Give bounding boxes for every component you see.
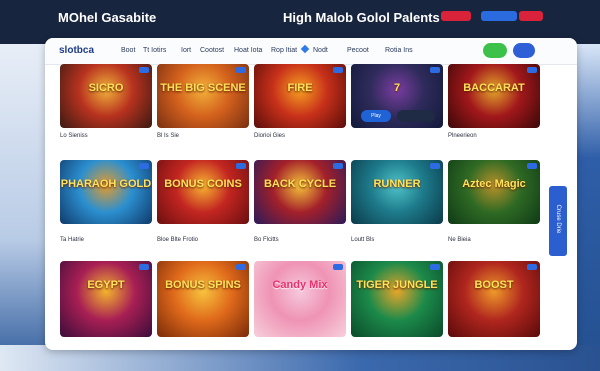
nav-item-5[interactable]: Hoat Iota bbox=[234, 47, 262, 54]
top-pill-blue[interactable] bbox=[481, 11, 517, 21]
game-badge bbox=[430, 264, 440, 270]
game-title: Aztec Magic bbox=[462, 178, 526, 190]
nav-item-3[interactable]: Iort bbox=[181, 47, 191, 54]
nav-item-9[interactable]: Rotia Ins bbox=[385, 47, 413, 54]
game-tile[interactable]: BACCARAT bbox=[448, 64, 540, 128]
game-tile[interactable]: 7 Play bbox=[351, 64, 443, 128]
game-label: Ne Bieia bbox=[448, 237, 471, 243]
game-title: FIRE bbox=[287, 82, 313, 94]
header-title-right: High Malob Golol Palents bbox=[283, 10, 440, 25]
game-tile[interactable]: THE BIG SCENE bbox=[157, 64, 249, 128]
game-tile[interactable]: BONUS COINS bbox=[157, 160, 249, 224]
site-logo[interactable]: slotbca bbox=[59, 45, 94, 56]
game-badge bbox=[236, 163, 246, 169]
game-label: Plneerieon bbox=[448, 133, 477, 139]
demo-button[interactable] bbox=[397, 110, 435, 122]
nav-item-8[interactable]: Pecoot bbox=[347, 47, 369, 54]
left-background bbox=[0, 44, 50, 371]
game-title: BOOST bbox=[474, 279, 514, 291]
play-button[interactable]: Play bbox=[361, 110, 391, 122]
game-title: BACK CYCLE bbox=[263, 178, 337, 190]
game-tile[interactable]: EGYPT bbox=[60, 261, 152, 337]
game-badge bbox=[236, 67, 246, 73]
game-badge bbox=[333, 264, 343, 270]
game-badge bbox=[430, 163, 440, 169]
header-title-left: MOhel Gasabite bbox=[58, 10, 157, 25]
game-title: PHARAOH GOLD bbox=[60, 178, 152, 190]
game-label: Ta Hatrie bbox=[60, 237, 85, 243]
game-title: BONUS SPINS bbox=[165, 279, 241, 291]
game-title: TIGER JUNGLE bbox=[356, 279, 438, 291]
side-tab[interactable]: Cruse Drie bbox=[549, 186, 567, 256]
navbar: slotbca Boot Tt Iotirs Iort Cootost Hoat… bbox=[45, 38, 577, 65]
toggle-button[interactable] bbox=[483, 43, 507, 58]
game-title: SICRO bbox=[88, 82, 124, 94]
game-title: BACCARAT bbox=[463, 82, 525, 94]
game-title: 7 bbox=[393, 82, 401, 94]
game-badge bbox=[333, 163, 343, 169]
game-label: Bo Flcitts bbox=[254, 237, 279, 243]
nav-item-4[interactable]: Cootost bbox=[200, 47, 224, 54]
nav-item-7[interactable]: Nodt bbox=[313, 47, 328, 54]
game-badge bbox=[527, 163, 537, 169]
game-tile[interactable]: BONUS SPINS bbox=[157, 261, 249, 337]
game-title: RUNNER bbox=[373, 178, 421, 190]
game-badge bbox=[333, 67, 343, 73]
game-tile[interactable]: Candy Mix bbox=[254, 261, 346, 337]
game-tile[interactable]: RUNNER bbox=[351, 160, 443, 224]
game-tile[interactable]: TIGER JUNGLE bbox=[351, 261, 443, 337]
game-badge bbox=[527, 67, 537, 73]
nav-item-2[interactable]: Tt Iotirs bbox=[143, 47, 166, 54]
game-label: Bl Is Sie bbox=[157, 133, 180, 139]
game-tile[interactable]: FIRE bbox=[254, 64, 346, 128]
game-badge bbox=[236, 264, 246, 270]
nav-item-6[interactable]: Rop Itiat bbox=[271, 47, 297, 54]
game-tile[interactable]: BOOST bbox=[448, 261, 540, 337]
game-badge bbox=[139, 163, 149, 169]
game-title: THE BIG SCENE bbox=[160, 82, 246, 94]
game-tile[interactable]: Aztec Magic bbox=[448, 160, 540, 224]
diamond-icon bbox=[300, 44, 310, 54]
game-tile[interactable]: BACK CYCLE bbox=[254, 160, 346, 224]
game-title: EGYPT bbox=[87, 279, 125, 291]
game-title: BONUS COINS bbox=[164, 178, 242, 190]
game-label: Loutt Bls bbox=[351, 237, 375, 243]
game-tile[interactable]: SICRO bbox=[60, 64, 152, 128]
side-tab-label: Cruse Drie bbox=[555, 204, 561, 234]
nav-item-1[interactable]: Boot bbox=[121, 47, 135, 54]
game-tile[interactable]: PHARAOH GOLD bbox=[60, 160, 152, 224]
top-pill-red-2[interactable] bbox=[519, 11, 543, 21]
game-badge bbox=[139, 264, 149, 270]
game-badge bbox=[527, 264, 537, 270]
game-badge bbox=[430, 67, 440, 73]
top-pill-red[interactable] bbox=[441, 11, 471, 21]
game-label: Lo Sieniss bbox=[60, 133, 88, 139]
game-badge bbox=[139, 67, 149, 73]
game-title: Candy Mix bbox=[272, 279, 328, 291]
game-label: Diorioi Gies bbox=[254, 133, 286, 139]
login-button[interactable] bbox=[513, 43, 535, 58]
game-label: Bloe Blte Frotio bbox=[157, 237, 199, 243]
